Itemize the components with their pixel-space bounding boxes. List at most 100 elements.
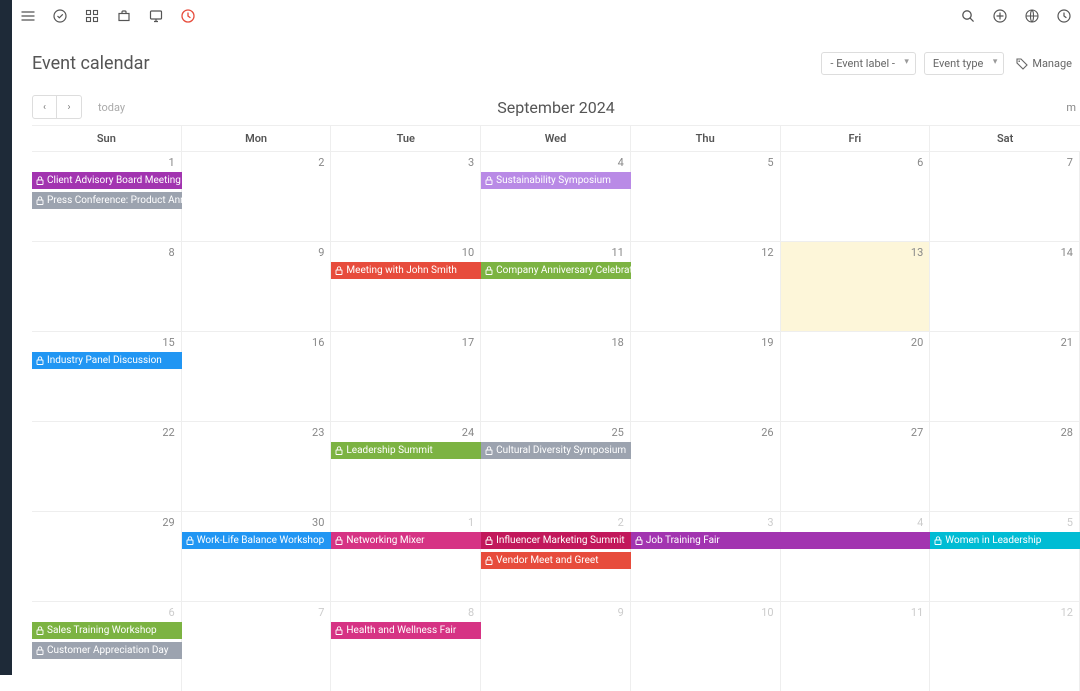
day-cell[interactable]: 27 (781, 422, 931, 511)
week-row: 293012345Work-Life Balance WorkshopNetwo… (32, 511, 1080, 601)
history-icon[interactable] (1056, 8, 1072, 24)
day-number: 7 (318, 606, 324, 619)
day-cell[interactable]: 5 (930, 512, 1080, 601)
day-cell[interactable]: 11 (481, 242, 631, 331)
day-cell[interactable]: 5 (631, 152, 781, 241)
day-cell[interactable]: 16 (182, 332, 332, 421)
prev-month-button[interactable]: ‹ (33, 96, 57, 118)
day-cell[interactable]: 1 (331, 512, 481, 601)
day-header: Fri (781, 126, 931, 151)
next-month-button[interactable]: › (57, 96, 81, 118)
day-cell[interactable]: 17 (331, 332, 481, 421)
day-cell[interactable]: 15 (32, 332, 182, 421)
day-cell[interactable]: 10 (331, 242, 481, 331)
globe-icon[interactable] (1024, 8, 1040, 24)
event-label: Networking Mixer (346, 532, 424, 549)
event-bar[interactable]: Meeting with John Smith (331, 262, 481, 279)
day-cell[interactable]: 8 (32, 242, 182, 331)
day-number: 4 (917, 516, 923, 529)
day-number: 9 (618, 606, 624, 619)
day-number: 30 (312, 516, 324, 529)
event-label: Industry Panel Discussion (47, 352, 162, 369)
grid-icon[interactable] (84, 8, 100, 24)
day-cell[interactable]: 2 (182, 152, 332, 241)
day-number: 26 (761, 426, 773, 439)
day-number: 9 (318, 246, 324, 259)
clock-alert-icon[interactable] (180, 8, 196, 24)
menu-icon[interactable] (20, 8, 36, 24)
day-headers: SunMonTueWedThuFriSat (32, 126, 1080, 151)
day-number: 11 (611, 246, 623, 259)
check-circle-icon[interactable] (52, 8, 68, 24)
event-bar[interactable]: Women in Leadership (930, 532, 1080, 549)
day-cell[interactable]: 12 (930, 602, 1080, 691)
week-row: 1234567Client Advisory Board MeetingSust… (32, 151, 1080, 241)
day-cell[interactable]: 20 (781, 332, 931, 421)
day-cell[interactable]: 18 (481, 332, 631, 421)
event-bar[interactable]: Cultural Diversity Symposium (481, 442, 631, 459)
manage-label: Manage (1032, 57, 1072, 70)
day-cell[interactable]: 25 (481, 422, 631, 511)
day-cell[interactable]: 23 (182, 422, 332, 511)
day-cell[interactable]: 28 (930, 422, 1080, 511)
day-header: Tue (331, 126, 481, 151)
day-cell[interactable]: 26 (631, 422, 781, 511)
monitor-icon[interactable] (148, 8, 164, 24)
day-number: 2 (318, 156, 324, 169)
search-icon[interactable] (960, 8, 976, 24)
event-bar[interactable]: Sustainability Symposium (481, 172, 631, 189)
day-number: 3 (468, 156, 474, 169)
day-number: 12 (761, 246, 773, 259)
day-cell[interactable]: 3 (631, 512, 781, 601)
event-bar[interactable]: Vendor Meet and Greet (481, 552, 631, 569)
manage-link[interactable]: Manage (1012, 53, 1076, 74)
event-bar[interactable]: Health and Wellness Fair (331, 622, 481, 639)
event-bar[interactable]: Job Training Fair (631, 532, 930, 549)
event-bar[interactable]: Industry Panel Discussion (32, 352, 182, 369)
event-bar[interactable]: Leadership Summit (331, 442, 481, 459)
day-cell[interactable]: 10 (631, 602, 781, 691)
day-cell[interactable]: 21 (930, 332, 1080, 421)
day-cell[interactable]: 6 (781, 152, 931, 241)
day-cell[interactable]: 9 (481, 602, 631, 691)
view-short-label[interactable]: m (1066, 101, 1080, 114)
event-bar[interactable]: Networking Mixer (331, 532, 481, 549)
event-bar[interactable]: Customer Appreciation Day (32, 642, 182, 659)
day-cell[interactable]: 4 (481, 152, 631, 241)
event-bar[interactable]: Client Advisory Board Meeting (32, 172, 182, 189)
day-cell[interactable]: 11 (781, 602, 931, 691)
day-cell[interactable]: 7 (182, 602, 332, 691)
week-row: 8 9 10 11 12 1314 Meeting with John Smith Compa… (32, 241, 1080, 331)
day-cell[interactable]: 19 (631, 332, 781, 421)
day-cell[interactable]: 3 (331, 152, 481, 241)
day-cell[interactable]: 13 (781, 242, 931, 331)
week-row: 6789101112Sales Training WorkshopHealth … (32, 601, 1080, 691)
day-cell[interactable]: 12 (631, 242, 781, 331)
event-label: Meeting with John Smith (346, 262, 457, 279)
today-button[interactable]: today (92, 98, 131, 117)
plus-circle-icon[interactable] (992, 8, 1008, 24)
briefcase-icon[interactable] (116, 8, 132, 24)
header-controls: - Event label - Event type Manage (821, 52, 1080, 75)
event-bar[interactable]: Sales Training Workshop (32, 622, 182, 639)
day-cell[interactable]: 29 (32, 512, 182, 601)
event-label-select[interactable]: - Event label - (821, 52, 916, 75)
event-bar[interactable]: Company Anniversary Celebration (481, 262, 631, 279)
day-cell[interactable]: 14 (930, 242, 1080, 331)
day-cell[interactable]: 9 (182, 242, 332, 331)
event-bar[interactable]: Work-Life Balance Workshop (182, 532, 332, 549)
day-cell[interactable]: 22 (32, 422, 182, 511)
day-cell[interactable]: 4 (781, 512, 931, 601)
topbar (12, 0, 1080, 32)
page-title: Event calendar (32, 53, 150, 74)
weeks-container: 1234567Client Advisory Board MeetingSust… (32, 151, 1080, 691)
event-bar[interactable]: Influencer Marketing Summit (481, 532, 631, 549)
day-cell[interactable]: 24 (331, 422, 481, 511)
day-cell[interactable]: 8 (331, 602, 481, 691)
event-label: Sustainability Symposium (496, 172, 611, 189)
event-label: Influencer Marketing Summit (496, 532, 625, 549)
day-cell[interactable]: 7 (930, 152, 1080, 241)
event-bar[interactable]: Press Conference: Product Announcement (32, 192, 182, 209)
event-type-select[interactable]: Event type (924, 52, 1004, 75)
day-cell[interactable]: 30 (182, 512, 332, 601)
